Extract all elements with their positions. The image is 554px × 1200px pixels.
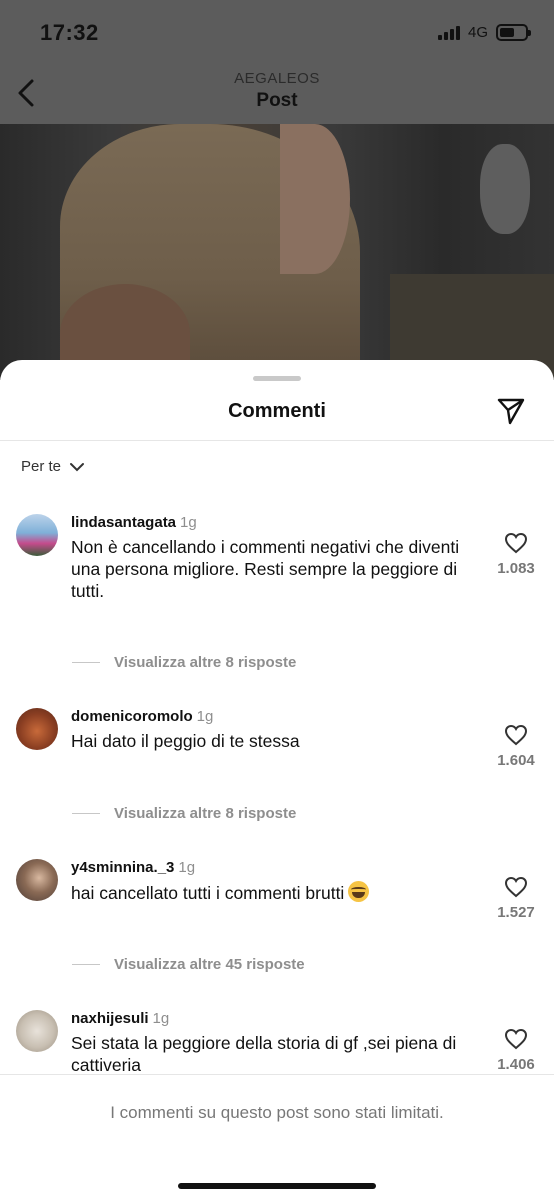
comment-text: hai cancellato tutti i commenti brutti bbox=[71, 881, 471, 904]
photo-face bbox=[280, 124, 350, 274]
heart-icon[interactable] bbox=[504, 532, 528, 554]
send-icon[interactable] bbox=[496, 396, 526, 426]
like-count: 1.604 bbox=[497, 752, 535, 769]
post-photo bbox=[0, 124, 554, 380]
like-control: 1.527 bbox=[496, 876, 536, 921]
like-count: 1.406 bbox=[497, 1056, 535, 1073]
avatar[interactable] bbox=[16, 708, 58, 750]
replies-line bbox=[72, 662, 100, 663]
comment-time: 1g bbox=[152, 1010, 170, 1027]
comment-username[interactable]: lindasantagata bbox=[71, 514, 176, 531]
heart-icon[interactable] bbox=[504, 1028, 528, 1050]
sort-label: Per te bbox=[21, 458, 62, 475]
view-replies-label: Visualizza altre 8 risposte bbox=[114, 805, 297, 822]
like-control: 1.604 bbox=[496, 724, 536, 769]
sort-dropdown[interactable]: Per te bbox=[21, 458, 85, 475]
divider bbox=[0, 440, 554, 441]
laughing-tears-emoji-icon bbox=[348, 881, 370, 902]
comment-header: domenicoromolo 1g bbox=[71, 708, 213, 725]
comment-username[interactable]: naxhijesuli bbox=[71, 1010, 149, 1027]
account-name: AEGALEOS bbox=[234, 70, 320, 87]
comment-username[interactable]: domenicoromolo bbox=[71, 708, 193, 725]
heart-icon[interactable] bbox=[504, 876, 528, 898]
status-bar: 17:32 4G bbox=[0, 0, 554, 66]
comment-time: 1g bbox=[196, 708, 214, 725]
comment-header: lindasantagata 1g bbox=[71, 514, 197, 531]
avatar[interactable] bbox=[16, 859, 58, 901]
view-replies-label: Visualizza altre 45 risposte bbox=[114, 956, 305, 973]
view-replies-button[interactable]: Visualizza altre 45 risposte bbox=[72, 956, 305, 973]
like-control: 1.406 bbox=[496, 1028, 536, 1073]
replies-line bbox=[72, 813, 100, 814]
photo-lamp bbox=[480, 144, 530, 234]
comment-username[interactable]: y4sminnina._3 bbox=[71, 859, 174, 876]
sheet-grabber[interactable] bbox=[253, 376, 301, 381]
view-replies-label: Visualizza altre 8 risposte bbox=[114, 654, 297, 671]
comment-text: Hai dato il peggio di te stessa bbox=[71, 731, 300, 751]
like-control: 1.083 bbox=[496, 532, 536, 577]
network-type: 4G bbox=[467, 24, 488, 41]
heart-icon[interactable] bbox=[504, 724, 528, 746]
chevron-down-icon bbox=[70, 462, 85, 471]
avatar[interactable] bbox=[16, 514, 58, 556]
comment-header: naxhijesuli 1g bbox=[71, 1010, 169, 1027]
sheet-title: Commenti bbox=[228, 400, 326, 422]
view-replies-button[interactable]: Visualizza altre 8 risposte bbox=[72, 805, 296, 822]
avatar[interactable] bbox=[16, 1010, 58, 1052]
like-count: 1.527 bbox=[497, 904, 535, 921]
comment-time: 1g bbox=[180, 514, 197, 531]
home-indicator[interactable] bbox=[178, 1183, 376, 1189]
signal-icon bbox=[437, 25, 460, 40]
comments-limited-notice: I commenti su questo post sono stati lim… bbox=[110, 1103, 444, 1122]
comment-header: y4sminnina._3 1g bbox=[71, 859, 195, 876]
comments-limited-bar: I commenti su questo post sono stati lim… bbox=[0, 1074, 554, 1200]
battery-icon bbox=[496, 24, 531, 41]
comment-text-content: hai cancellato tutti i commenti brutti bbox=[71, 883, 345, 903]
dimmed-background: 17:32 4G AEGALEOS Post bbox=[0, 0, 554, 380]
view-replies-button[interactable]: Visualizza altre 8 risposte bbox=[72, 654, 296, 671]
nav-header: AEGALEOS Post bbox=[0, 66, 554, 124]
comment-text: Non è cancellando i commenti negativi ch… bbox=[71, 537, 460, 601]
battery-fill bbox=[500, 28, 514, 37]
status-time: 17:32 bbox=[40, 20, 99, 45]
comment-text: Sei stata la peggiore della storia di gf… bbox=[71, 1033, 457, 1075]
status-indicators: 4G bbox=[437, 24, 531, 41]
page-title: Post bbox=[256, 90, 298, 111]
replies-line bbox=[72, 964, 100, 965]
comment-time: 1g bbox=[178, 859, 196, 876]
like-count: 1.083 bbox=[497, 560, 535, 577]
